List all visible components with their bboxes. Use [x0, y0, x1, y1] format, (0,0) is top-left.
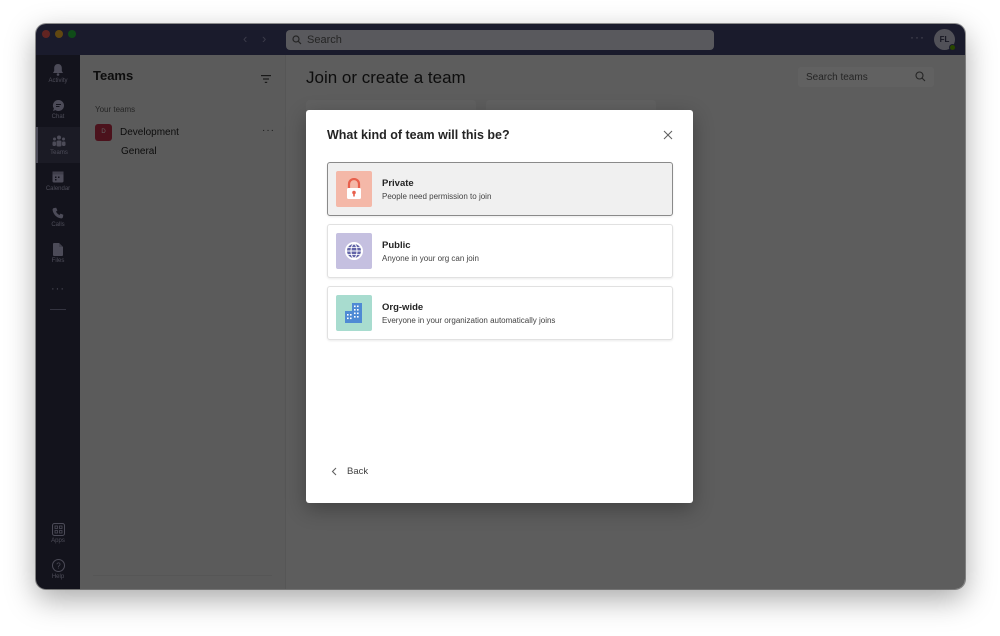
- team-type-dialog: What kind of team will this be? Private …: [306, 110, 693, 503]
- option-private[interactable]: Private People need permission to join: [327, 162, 673, 216]
- option-description: People need permission to join: [382, 191, 492, 201]
- chevron-left-icon: [331, 467, 337, 476]
- option-title: Org-wide: [382, 301, 424, 313]
- globe-icon: [336, 233, 372, 269]
- lock-icon: [336, 171, 372, 207]
- option-description: Everyone in your organization automatica…: [382, 315, 556, 325]
- option-title: Private: [382, 177, 414, 189]
- option-description: Anyone in your org can join: [382, 253, 479, 263]
- dialog-title: What kind of team will this be?: [327, 128, 510, 142]
- option-public[interactable]: Public Anyone in your org can join: [327, 224, 673, 278]
- teams-window: ‹ › Search ··· FL Activity Chat Teams Ca…: [36, 24, 965, 589]
- option-org-wide[interactable]: Org-wide Everyone in your organization a…: [327, 286, 673, 340]
- back-button[interactable]: Back: [331, 466, 368, 477]
- close-icon[interactable]: [661, 128, 675, 142]
- building-icon: [336, 295, 372, 331]
- option-title: Public: [382, 239, 411, 251]
